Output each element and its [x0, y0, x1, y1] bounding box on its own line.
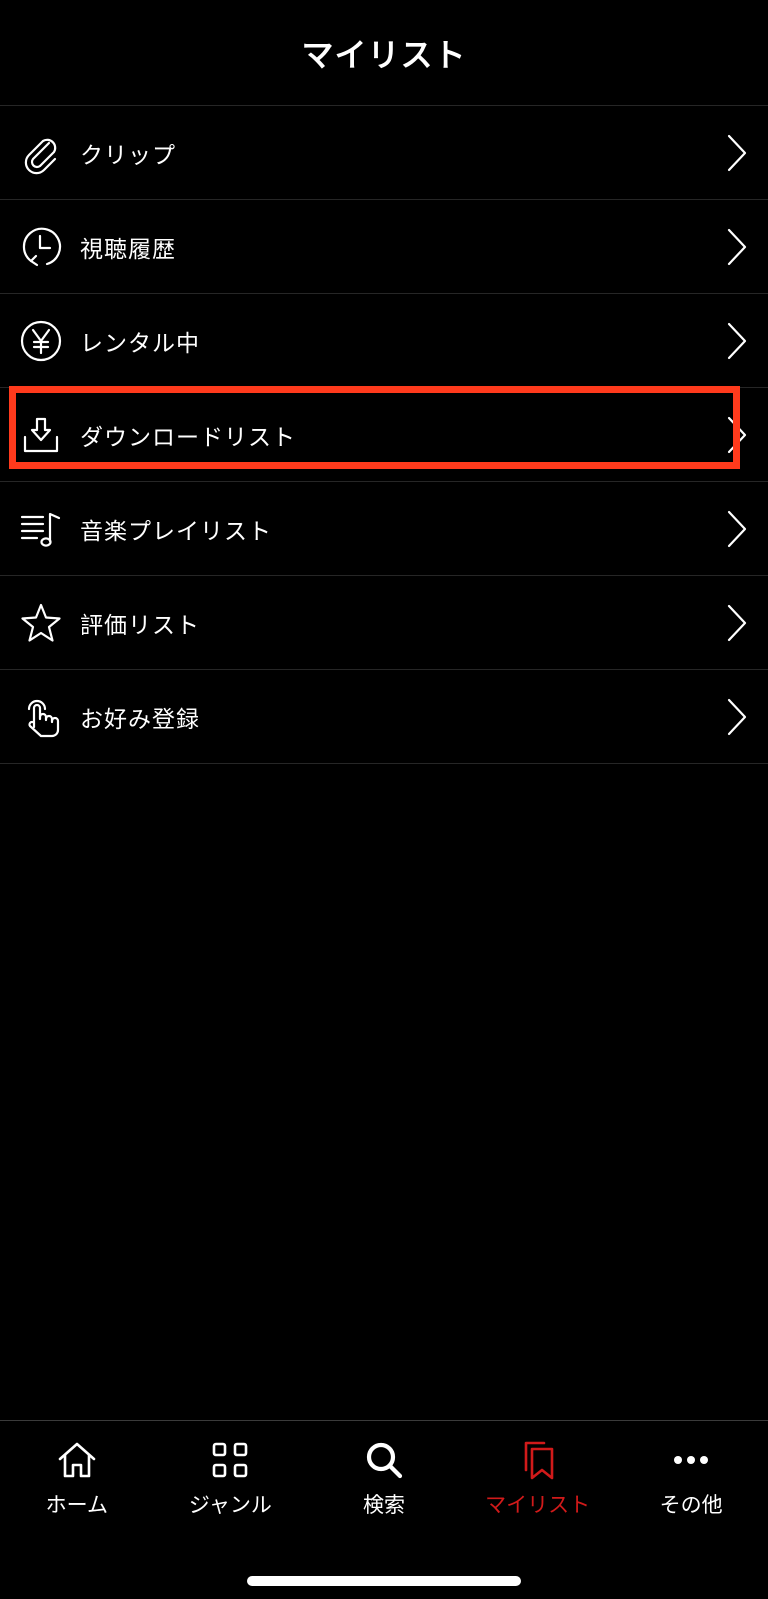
mylist-screen: マイリスト クリップ 視聴履歴 レンタル中 ダウンロードリスト 音楽プレイリスト…	[0, 0, 768, 1599]
tab-home[interactable]: ホーム	[0, 1421, 154, 1531]
chevron-right-icon	[724, 415, 750, 455]
chevron-right-icon	[724, 227, 750, 267]
mylist-icon	[516, 1439, 560, 1481]
hand-pointer-icon	[18, 694, 64, 740]
menu-item-label: ダウンロードリスト	[80, 424, 296, 451]
menu-item-label: レンタル中	[80, 330, 200, 357]
star-icon	[18, 600, 64, 646]
tab-mylist[interactable]: マイリスト	[461, 1421, 615, 1531]
chevron-right-icon	[724, 321, 750, 361]
grid-icon	[208, 1439, 252, 1481]
menu-item-favorites[interactable]: お好み登録	[0, 670, 768, 764]
menu-item-label: お好み登録	[80, 706, 200, 733]
tab-genre[interactable]: ジャンル	[154, 1421, 308, 1531]
chevron-right-icon	[724, 133, 750, 173]
bottom-tab-bar: ホーム ジャンル 検索 マイリスト その他	[0, 1420, 768, 1599]
tab-more[interactable]: その他	[614, 1421, 768, 1531]
tab-label: ホーム	[45, 1493, 108, 1517]
more-dots-icon	[669, 1439, 713, 1481]
home-indicator[interactable]	[247, 1576, 521, 1586]
page-title: マイリスト	[301, 35, 467, 74]
menu-item-label: 評価リスト	[80, 612, 200, 639]
download-tray-icon	[18, 412, 64, 458]
yen-circle-icon	[18, 318, 64, 364]
menu-item-rating-list[interactable]: 評価リスト	[0, 576, 768, 670]
menu-item-label: 音楽プレイリスト	[80, 518, 272, 545]
menu-item-label: クリップ	[80, 142, 176, 169]
paperclip-icon	[18, 130, 64, 176]
tab-label: ジャンル	[188, 1493, 272, 1517]
menu-item-history[interactable]: 視聴履歴	[0, 200, 768, 294]
tab-label: その他	[659, 1493, 723, 1517]
clock-history-icon	[18, 224, 64, 270]
home-icon	[55, 1439, 99, 1481]
menu-item-clip[interactable]: クリップ	[0, 106, 768, 200]
chevron-right-icon	[724, 697, 750, 737]
menu-item-label: 視聴履歴	[80, 236, 176, 263]
tab-label: 検索	[362, 1493, 405, 1517]
music-playlist-icon	[18, 506, 64, 552]
menu-item-rental[interactable]: レンタル中	[0, 294, 768, 388]
search-icon	[362, 1439, 406, 1481]
header: マイリスト	[0, 0, 768, 106]
tab-search[interactable]: 検索	[307, 1421, 461, 1531]
chevron-right-icon	[724, 509, 750, 549]
menu-item-music-playlist[interactable]: 音楽プレイリスト	[0, 482, 768, 576]
chevron-right-icon	[724, 603, 750, 643]
tab-label: マイリスト	[485, 1493, 591, 1517]
mylist-menu: クリップ 視聴履歴 レンタル中 ダウンロードリスト 音楽プレイリスト 評価リスト…	[0, 106, 768, 764]
menu-item-download-list[interactable]: ダウンロードリスト	[0, 388, 768, 482]
